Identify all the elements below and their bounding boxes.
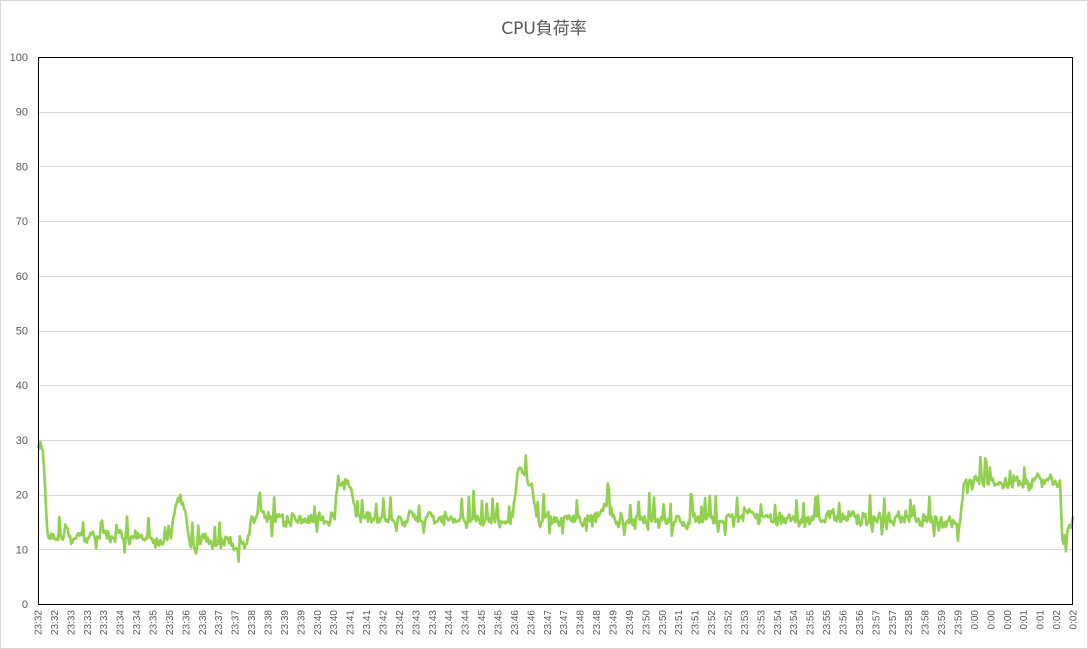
y-tick-label: 0 <box>22 599 28 611</box>
x-tick-label: 23:51 <box>674 610 685 635</box>
x-tick-label: 23:43 <box>411 610 422 635</box>
x-tick-label: 23:48 <box>576 610 587 635</box>
x-tick-label: 23:49 <box>625 610 636 635</box>
x-tick-label: 23:38 <box>247 610 258 635</box>
x-tick-label: 0:02 <box>1052 610 1063 630</box>
series-line <box>36 440 1075 563</box>
x-tick-label: 23:54 <box>789 610 800 635</box>
x-tick-label: 23:39 <box>280 610 291 635</box>
x-tick-label: 23:44 <box>461 610 472 635</box>
x-tick-label: 23:35 <box>149 610 160 635</box>
x-tick-label: 23:55 <box>806 610 817 635</box>
x-tick-label: 23:56 <box>855 610 866 635</box>
x-tick-label: 23:34 <box>116 610 127 635</box>
y-tick-label: 30 <box>16 435 28 447</box>
y-tick-label: 50 <box>16 326 28 338</box>
gridlines <box>38 112 1073 550</box>
x-tick-label: 23:52 <box>724 610 735 635</box>
y-tick-label: 20 <box>16 490 28 502</box>
x-tick-label: 23:32 <box>50 610 61 635</box>
x-tick-label: 23:45 <box>494 610 505 635</box>
x-tick-label: 23:37 <box>214 610 225 635</box>
y-tick-label: 60 <box>16 271 28 283</box>
x-tick-label: 23:58 <box>921 610 932 635</box>
x-tick-label: 23:43 <box>428 610 439 635</box>
x-tick-label: 23:53 <box>756 610 767 635</box>
x-tick-label: 23:37 <box>231 610 242 635</box>
series-layer <box>36 440 1075 563</box>
x-tick-label: 23:36 <box>198 610 209 635</box>
x-tick-label: 23:59 <box>937 610 948 635</box>
x-tick-label: 0:00 <box>970 610 981 630</box>
x-tick-label: 23:54 <box>773 610 784 635</box>
x-tick-label: 23:49 <box>609 610 620 635</box>
x-tick-label: 23:57 <box>888 610 899 635</box>
x-tick-label: 23:42 <box>379 610 390 635</box>
x-tick-label: 23:58 <box>904 610 915 635</box>
x-tick-label: 23:47 <box>543 610 554 635</box>
y-tick-label: 80 <box>16 161 28 173</box>
x-tick-label: 23:42 <box>395 610 406 635</box>
x-tick-label: 23:34 <box>132 610 143 635</box>
x-tick-label: 23:45 <box>477 610 488 635</box>
x-tick-label: 0:01 <box>1036 610 1047 630</box>
x-tick-label: 23:55 <box>822 610 833 635</box>
x-tick-label: 23:53 <box>740 610 751 635</box>
x-axis-ticks: 23:32 23:32 23:33 23:33 23:33 23:34 23:34 23:35… <box>34 610 1080 635</box>
x-tick-label: 23:47 <box>559 610 570 635</box>
y-tick-label: 10 <box>16 544 28 556</box>
y-tick-label: 100 <box>10 52 28 64</box>
x-tick-label: 23:32 <box>34 610 45 635</box>
y-tick-label: 40 <box>16 380 28 392</box>
x-tick-label: 23:38 <box>264 610 275 635</box>
x-tick-label: 23:52 <box>707 610 718 635</box>
x-tick-label: 23:41 <box>362 610 373 635</box>
x-tick-label: 23:56 <box>839 610 850 635</box>
x-tick-label: 23:48 <box>592 610 603 635</box>
x-tick-label: 23:51 <box>691 610 702 635</box>
y-tick-label: 70 <box>16 216 28 228</box>
x-tick-label: 23:46 <box>526 610 537 635</box>
x-tick-label: 0:00 <box>986 610 997 630</box>
x-tick-label: 0:00 <box>1003 610 1014 630</box>
x-tick-label: 23:35 <box>165 610 176 635</box>
x-tick-label: 23:44 <box>444 610 455 635</box>
y-tick-label: 90 <box>16 107 28 119</box>
x-tick-label: 23:40 <box>329 610 340 635</box>
x-tick-label: 0:01 <box>1019 610 1030 630</box>
x-tick-label: 23:39 <box>296 610 307 635</box>
x-tick-label: 23:40 <box>313 610 324 635</box>
x-tick-label: 23:50 <box>658 610 669 635</box>
x-tick-label: 23:33 <box>99 610 110 635</box>
x-tick-label: 23:46 <box>510 610 521 635</box>
x-tick-label: 23:57 <box>871 610 882 635</box>
x-tick-label: 23:33 <box>83 610 94 635</box>
x-tick-label: 23:59 <box>954 610 965 635</box>
x-tick-label: 23:33 <box>66 610 77 635</box>
x-tick-label: 0:02 <box>1069 610 1080 630</box>
line-chart: 0102030405060708090100 23:32 23:32 23:33 23… <box>10 52 1080 635</box>
y-axis-ticks: 0 10 20 30 40 50 60 70 80 90 100 <box>10 52 28 611</box>
x-tick-label: 23:50 <box>641 610 652 635</box>
x-tick-label: 23:36 <box>181 610 192 635</box>
x-tick-label: 23:41 <box>346 610 357 635</box>
